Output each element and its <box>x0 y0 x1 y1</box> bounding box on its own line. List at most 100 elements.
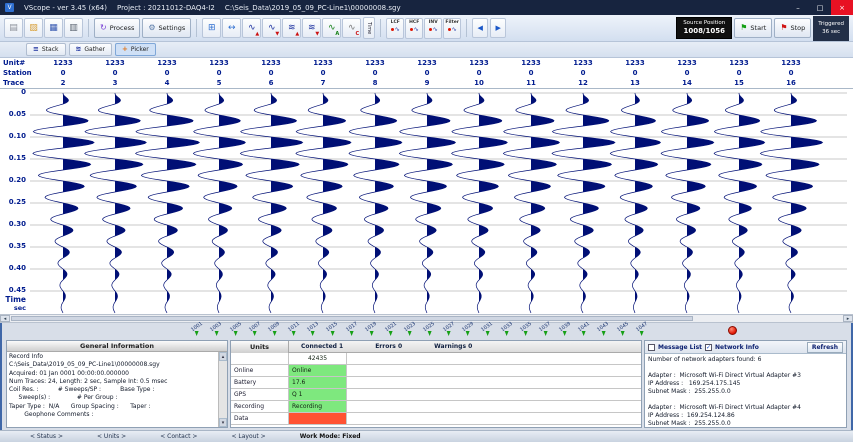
station-marker[interactable]: 1039 <box>558 324 571 336</box>
trace-number[interactable]: 5 <box>217 79 222 88</box>
print-icon[interactable]: ▥ <box>64 18 83 38</box>
save-icon[interactable]: ▦ <box>44 18 63 38</box>
station-marker[interactable]: 1031 <box>481 324 494 336</box>
time-scale-button[interactable]: Time <box>363 17 375 39</box>
station-marker[interactable]: 1007 <box>249 324 262 336</box>
unit-status-label: Online <box>231 365 289 376</box>
station-marker[interactable]: 1009 <box>268 324 281 336</box>
open-folder-icon[interactable]: ▨ <box>24 18 43 38</box>
seismic-traces-canvas[interactable] <box>0 89 853 315</box>
trace-number[interactable]: 2 <box>61 79 66 88</box>
general-information-panel: General Information Record InfoC:\Seis_D… <box>6 340 228 428</box>
scroll-right-button[interactable]: ▸ <box>843 315 853 322</box>
station-marker[interactable]: 1011 <box>287 324 300 336</box>
station-marker[interactable]: 1029 <box>462 324 475 336</box>
general-information-header[interactable]: General Information <box>7 341 227 352</box>
time-tick-label: 0 <box>0 88 26 97</box>
trace-number[interactable]: 14 <box>682 79 692 88</box>
statusbar-tab[interactable]: < Contact > <box>160 433 197 440</box>
station-marker[interactable]: 1045 <box>616 324 629 336</box>
statusbar-tab[interactable]: < Layout > <box>231 433 265 440</box>
hcf-button[interactable]: HCF∿ <box>405 18 423 39</box>
zoom-box-button[interactable]: ⊞ <box>202 18 221 38</box>
seismic-plot-area[interactable]: 00.050.100.150.200.250.300.350.400.45Tim… <box>0 88 853 314</box>
trace-number[interactable]: 16 <box>786 79 796 88</box>
station-marker[interactable]: 1015 <box>326 324 339 336</box>
inv-button[interactable]: INV∿ <box>424 18 442 39</box>
station-marker[interactable]: 1035 <box>520 324 533 336</box>
trace-number[interactable]: 4 <box>165 79 170 88</box>
new-file-icon[interactable]: ▤ <box>4 18 23 38</box>
gain-all-down-button[interactable]: ≋▼ <box>302 18 321 38</box>
toolbar-separator <box>466 19 467 37</box>
station-marker[interactable]: 1037 <box>539 324 552 336</box>
network-info-checkbox[interactable]: ✓ <box>705 344 712 351</box>
process-button[interactable]: ↻ Process <box>94 18 140 38</box>
next-record-button[interactable]: ▶ <box>490 18 506 38</box>
station-marker[interactable]: 1021 <box>384 324 397 336</box>
unit-id-header[interactable]: 42435 <box>289 353 347 364</box>
station-marker[interactable]: 1043 <box>597 324 610 336</box>
clip-button[interactable]: ∿C <box>342 18 361 38</box>
maximize-button[interactable]: □ <box>809 0 831 15</box>
trigger-status-line2: 36 sec <box>822 28 840 36</box>
trace-number[interactable]: 13 <box>630 79 640 88</box>
gain-down-button[interactable]: ∿▼ <box>262 18 281 38</box>
trace-number[interactable]: 6 <box>269 79 274 88</box>
trace-number[interactable]: 12 <box>578 79 588 88</box>
station-marker[interactable]: 1033 <box>500 324 513 336</box>
station-marker[interactable]: 1047 <box>636 324 649 336</box>
trace-row-label: Trace <box>3 79 24 88</box>
network-info-label[interactable]: Network Info <box>715 344 759 351</box>
trace-number[interactable]: 7 <box>321 79 326 88</box>
station-marker[interactable]: 1003 <box>210 324 223 336</box>
stack-icon: ≡ <box>33 46 39 53</box>
trace-number[interactable]: 9 <box>425 79 430 88</box>
statusbar-tab[interactable]: < Status > <box>30 433 63 440</box>
station-marker[interactable]: 1017 <box>345 324 358 336</box>
units-header[interactable]: Units <box>231 341 289 353</box>
horizontal-scrollbar[interactable]: ◂ ▸ <box>0 314 853 323</box>
scrollbar-thumb[interactable] <box>11 316 693 321</box>
info-scrollbar[interactable]: ▴ ▾ <box>218 352 227 427</box>
refresh-button[interactable]: Refresh <box>807 342 843 353</box>
stack-button[interactable]: ≡Stack <box>26 43 66 56</box>
agc-button[interactable]: ∿A <box>322 18 341 38</box>
trace-number[interactable]: 8 <box>373 79 378 88</box>
message-list-checkbox[interactable] <box>648 344 655 351</box>
pan-button[interactable]: ↔ <box>222 18 241 38</box>
previous-record-button[interactable]: ◀ <box>472 18 488 38</box>
trace-number[interactable]: 15 <box>734 79 744 88</box>
statusbar-tab[interactable]: < Units > <box>97 433 126 440</box>
trace-number[interactable]: 11 <box>526 79 536 88</box>
gather-button[interactable]: ≋Gather <box>69 43 113 56</box>
stop-button[interactable]: ⚑ Stop <box>774 18 811 38</box>
station-marker[interactable]: 1001 <box>191 324 204 336</box>
station-marker[interactable]: 1013 <box>307 324 320 336</box>
settings-button[interactable]: ⚙ Settings <box>142 18 191 38</box>
gain-all-up-button[interactable]: ≋▲ <box>282 18 301 38</box>
scroll-up-button[interactable]: ▴ <box>219 352 227 361</box>
start-button[interactable]: ⚑ Start <box>734 18 772 38</box>
source-location-marker[interactable] <box>728 326 737 335</box>
clip-mini-icon: C <box>356 32 360 37</box>
station-marker[interactable]: 1041 <box>578 324 591 336</box>
minimize-button[interactable]: – <box>787 0 809 15</box>
message-list-label[interactable]: Message List <box>658 344 702 351</box>
trace-number[interactable]: 10 <box>474 79 484 88</box>
trace-number[interactable]: 3 <box>113 79 118 88</box>
station-marker[interactable]: 1023 <box>403 324 416 336</box>
filter-button[interactable]: Filter∿ <box>443 18 461 39</box>
picker-button[interactable]: +Picker <box>115 43 156 56</box>
station-marker[interactable]: 1005 <box>229 324 242 336</box>
station-marker[interactable]: 1025 <box>423 324 436 336</box>
title-bar[interactable]: V VScope - ver 3.45 (x64) Project : 2021… <box>0 0 853 15</box>
close-button[interactable]: × <box>831 0 853 15</box>
lcf-button[interactable]: LCF∿ <box>386 18 404 39</box>
gain-up-button[interactable]: ∿▲ <box>242 18 261 38</box>
scroll-left-button[interactable]: ◂ <box>0 315 10 322</box>
station-marker[interactable]: 1027 <box>442 324 455 336</box>
scroll-down-button[interactable]: ▾ <box>219 418 227 427</box>
work-mode-label: Work Mode: Fixed <box>300 433 361 440</box>
station-marker[interactable]: 1019 <box>365 324 378 336</box>
